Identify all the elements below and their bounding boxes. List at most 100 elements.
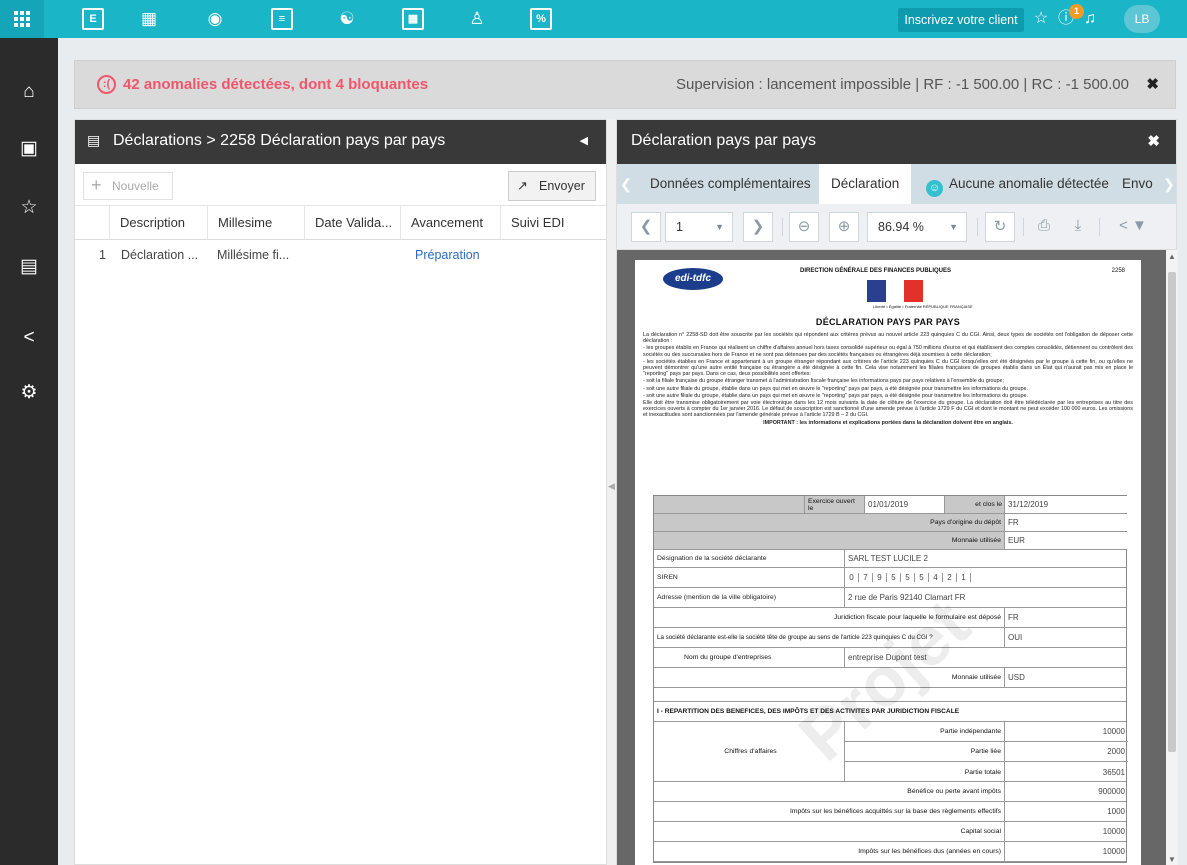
juridiction-field[interactable]: FR <box>1004 608 1128 627</box>
tab-scroll-left-icon[interactable]: ❮ <box>619 164 633 204</box>
previous-page-button[interactable]: ❮ <box>631 212 661 242</box>
window-icon[interactable]: ▣ <box>16 136 42 162</box>
table-header: Description Millesime Date Valida... Ava… <box>75 206 606 240</box>
tab-anomalies[interactable]: ☺ Aucune anomalie détectée <box>926 164 1109 204</box>
anomaly-count[interactable]: 42 anomalies détectées, dont 4 bloquante… <box>123 76 428 93</box>
bullet-5: - soit une autre filiale du groupe, étab… <box>643 392 1028 399</box>
groupe-field[interactable]: entreprise Dupont test <box>844 648 1128 667</box>
designation-field[interactable]: SARL TEST LUCILE 2 <box>844 550 1128 567</box>
exercice-start-field[interactable]: 01/01/2019 <box>864 496 944 513</box>
bullet-3: - soit la filiale française du groupe ét… <box>643 378 1005 385</box>
impots-acquittes-field[interactable]: 1000 <box>1004 802 1128 821</box>
cell-millesime[interactable]: Millésime fi... <box>207 240 304 270</box>
ca-liee-field[interactable]: 2000 <box>1004 742 1128 761</box>
close-icon[interactable]: ✖ <box>1146 75 1159 93</box>
ca-independant-field[interactable]: 10000 <box>1004 722 1128 741</box>
send-button[interactable]: ↗ Envoyer <box>508 171 596 201</box>
settings-icon[interactable]: ⚙ <box>16 380 42 406</box>
collapse-left-icon[interactable]: ◀ <box>580 134 588 147</box>
page-select[interactable]: 1 ▼ <box>665 212 733 242</box>
tab-scroll-right-icon[interactable]: ❯ <box>1162 164 1176 204</box>
zoom-in-button[interactable]: ⊕ <box>829 212 859 242</box>
form-row-designation: Désignation de la société déclarante SAR… <box>654 550 1126 568</box>
column-header-suivi-edi[interactable]: Suivi EDI <box>500 206 608 240</box>
panel-splitter[interactable]: ◀ <box>607 119 616 865</box>
siren-digit: 1 <box>957 573 971 582</box>
form-section-header: I - REPARTITION DES BENEFICES, DES IMPÔT… <box>654 702 1126 722</box>
cell-suivi-edi[interactable] <box>500 240 608 270</box>
monnaie2-field[interactable]: USD <box>1004 668 1128 687</box>
section-title: I - REPARTITION DES BENEFICES, DES IMPÔT… <box>657 708 960 715</box>
star-icon[interactable]: ☆ <box>16 195 42 221</box>
zoom-level: 86.94 % <box>878 220 924 234</box>
new-button[interactable]: + Nouvelle <box>83 172 173 200</box>
star-icon[interactable]: ☆ <box>1031 8 1051 30</box>
money-icon[interactable]: ◉ <box>204 8 226 30</box>
tab-envoi[interactable]: Envo <box>1122 164 1153 204</box>
chart-doc-icon[interactable]: ▤ <box>16 254 42 280</box>
tab-declaration[interactable]: Déclaration <box>819 164 912 204</box>
anomaly-banner: :( 42 anomalies détectées, dont 4 bloqua… <box>74 60 1176 109</box>
share-icon[interactable]: < <box>16 325 42 351</box>
exercice-end-field[interactable]: 31/12/2019 <box>1004 496 1128 513</box>
close-icon[interactable]: ✖ <box>1147 132 1160 150</box>
user-signature-icon[interactable]: ♙ <box>466 8 488 30</box>
table-row[interactable]: 1 Déclaration ... Millésime fi... Prépar… <box>75 240 606 270</box>
column-header-avancement[interactable]: Avancement <box>400 206 500 240</box>
building-icon[interactable]: ▦ <box>402 8 424 30</box>
pdf-scrollbar[interactable]: ▲ ▼ <box>1166 250 1178 865</box>
smiley-icon: ☺ <box>926 180 943 197</box>
siren-digit: 5 <box>915 573 929 582</box>
avatar[interactable]: LB <box>1124 5 1160 33</box>
tete-groupe-field[interactable]: OUI <box>1004 628 1128 647</box>
ledger-icon[interactable]: E <box>82 8 104 30</box>
pdf-viewer[interactable]: edi-tdfc DIRECTION GÉNÉRALE DES FINANCES… <box>617 250 1166 865</box>
benefice-field[interactable]: 900000 <box>1004 782 1128 801</box>
collapse-arrow-icon[interactable]: ◀ <box>608 481 615 492</box>
panel-header: ▤ Déclarations > 2258 Déclaration pays p… <box>75 120 606 164</box>
apps-grid-button[interactable] <box>0 0 44 38</box>
print-button[interactable]: ⎙ <box>1029 212 1059 242</box>
scroll-down-icon[interactable]: ▼ <box>1168 855 1176 864</box>
org-chart-icon[interactable]: ▦ <box>138 8 160 30</box>
capital-field[interactable]: 10000 <box>1004 822 1128 841</box>
tab-donnees-complementaires[interactable]: Données complémentaires <box>650 164 811 204</box>
column-header-description[interactable]: Description <box>109 206 207 240</box>
form-row-benefice: Bénéfice ou perte avant impôts 900000 <box>654 782 1126 802</box>
download-button[interactable]: ⤓ <box>1063 212 1093 242</box>
row-number: 1 <box>99 248 106 262</box>
cell-avancement[interactable]: Préparation <box>415 240 505 270</box>
pdf-page: edi-tdfc DIRECTION GÉNÉRALE DES FINANCES… <box>635 260 1141 865</box>
adresse-field[interactable]: 2 rue de Paris 92140 Clamart FR <box>844 588 1128 607</box>
rotate-button[interactable]: ↻ <box>985 212 1015 242</box>
calculator-icon[interactable]: ≡ <box>271 8 293 30</box>
column-header-millesime[interactable]: Millesime <box>207 206 304 240</box>
form-row-juridiction: Juridiction fiscale pour laquelle le for… <box>654 608 1126 628</box>
scroll-up-icon[interactable]: ▲ <box>1168 252 1176 261</box>
form-spacer <box>654 496 804 513</box>
zoom-out-button[interactable]: ⊖ <box>789 212 819 242</box>
zoom-select[interactable]: 86.94 % ▼ <box>867 212 967 242</box>
pays-field[interactable]: FR <box>1004 514 1128 531</box>
ca-totale-field[interactable]: 36501 <box>1004 762 1128 782</box>
hand-coins-icon[interactable]: ☯ <box>336 8 358 30</box>
impots-dus-field[interactable]: 10000 <box>1004 842 1128 861</box>
cell-date[interactable] <box>304 240 400 270</box>
monnaie-field[interactable]: EUR <box>1004 532 1128 549</box>
siren-digit: 5 <box>887 573 901 582</box>
home-icon[interactable]: ⌂ <box>16 79 42 105</box>
column-header-date[interactable]: Date Valida... <box>304 206 400 240</box>
invite-client-button[interactable]: Inscrivez votre client <box>898 8 1024 32</box>
scrollbar-thumb[interactable] <box>1168 272 1176 752</box>
form-label: Impôts sur les bénéfices dus (années en … <box>858 848 1001 855</box>
next-page-button[interactable]: ❯ <box>743 212 773 242</box>
page-number: 1 <box>676 220 683 234</box>
form-label: Impôts sur les bénéfices acquittés sur l… <box>789 808 1001 815</box>
siren-field[interactable]: 079555421 <box>844 568 1128 587</box>
percent-doc-icon[interactable]: % <box>530 8 552 30</box>
republic-flag <box>867 280 924 302</box>
share-menu-button[interactable]: < ▼ <box>1107 212 1159 242</box>
sidebar: ⌂ ▣ ☆ ▤ < ⚙ <box>0 38 58 865</box>
send-label: Envoyer <box>539 179 585 193</box>
cell-description[interactable]: Déclaration ... <box>117 240 207 270</box>
